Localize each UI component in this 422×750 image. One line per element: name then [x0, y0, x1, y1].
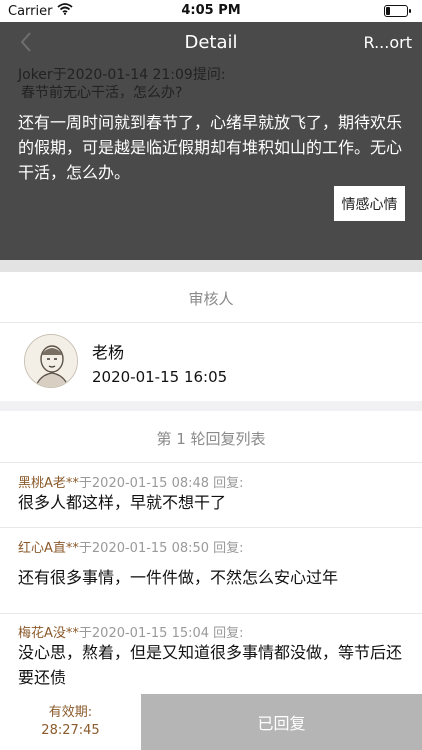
reply-text: 没心思，熬着，但是又知道很多事情都没做，等节后还要还债 [18, 643, 403, 687]
battery-level [386, 7, 390, 15]
section-divider [0, 260, 422, 272]
reply-round-title: 第 1 轮回复列表 [156, 430, 266, 448]
divider [0, 527, 422, 528]
section-divider [0, 401, 422, 411]
reply-user: 红心A直** [18, 541, 79, 556]
expiry-value: 28:27:45 [41, 723, 100, 738]
reply-meta: 梅花A没**于2020-01-15 15:04 回复: [18, 622, 244, 641]
question-meta: Joker于2020-01-14 21:09提问: 春节前无心干活，怎么办? [18, 66, 408, 102]
reply-time: 于2020-01-15 15:04 回复: [78, 626, 244, 641]
divider [0, 613, 422, 614]
avatar-image [25, 335, 77, 387]
battery-icon [384, 5, 411, 17]
reviewer-section-title: 审核人 [188, 290, 234, 308]
question-body: 还有一周时间就到春节了，心绪早就放飞了，期待欢乐的假期，可是越是临近假期却有堆积… [18, 113, 403, 182]
avatar [24, 334, 78, 388]
divider [0, 462, 422, 463]
report-button[interactable]: R...ort [364, 33, 412, 52]
status-bar: Carrier 4:05 PM [0, 0, 422, 22]
bottom-bar: 有效期: 28:27:45 已回复 [0, 694, 422, 750]
reply-time: 于2020-01-15 08:48 回复: [78, 476, 244, 491]
reply-meta: 红心A直**于2020-01-15 08:50 回复: [18, 537, 244, 556]
status-time: 4:05 PM [181, 3, 241, 18]
reply-meta: 黑桃A老**于2020-01-15 08:48 回复: [18, 472, 244, 491]
question-title: 春节前无心干活，怎么办? [21, 85, 183, 101]
reply-text: 很多人都这样，早就不想干了 [18, 493, 227, 512]
reply-time: 于2020-01-15 08:50 回复: [78, 541, 244, 556]
expiry-timer: 有效期: 28:27:45 [0, 694, 141, 750]
reviewer-time: 2020-01-15 16:05 [92, 368, 228, 386]
expiry-label: 有效期: [48, 705, 93, 720]
category-tag-button[interactable]: 情感心情 [334, 186, 405, 221]
reply-text: 还有很多事情，一件件做，不然怎么安心过年 [18, 568, 339, 587]
question-asker-line: Joker于2020-01-14 21:09提问: [18, 67, 226, 83]
replied-button[interactable]: 已回复 [141, 694, 422, 750]
reviewer-name: 老杨 [92, 343, 125, 362]
divider [0, 322, 422, 323]
reply-user: 梅花A没** [18, 626, 79, 641]
reply-user: 黑桃A老** [18, 476, 79, 491]
nav-bar: Detail R...ort [0, 22, 422, 66]
page-title: Detail [184, 32, 238, 53]
